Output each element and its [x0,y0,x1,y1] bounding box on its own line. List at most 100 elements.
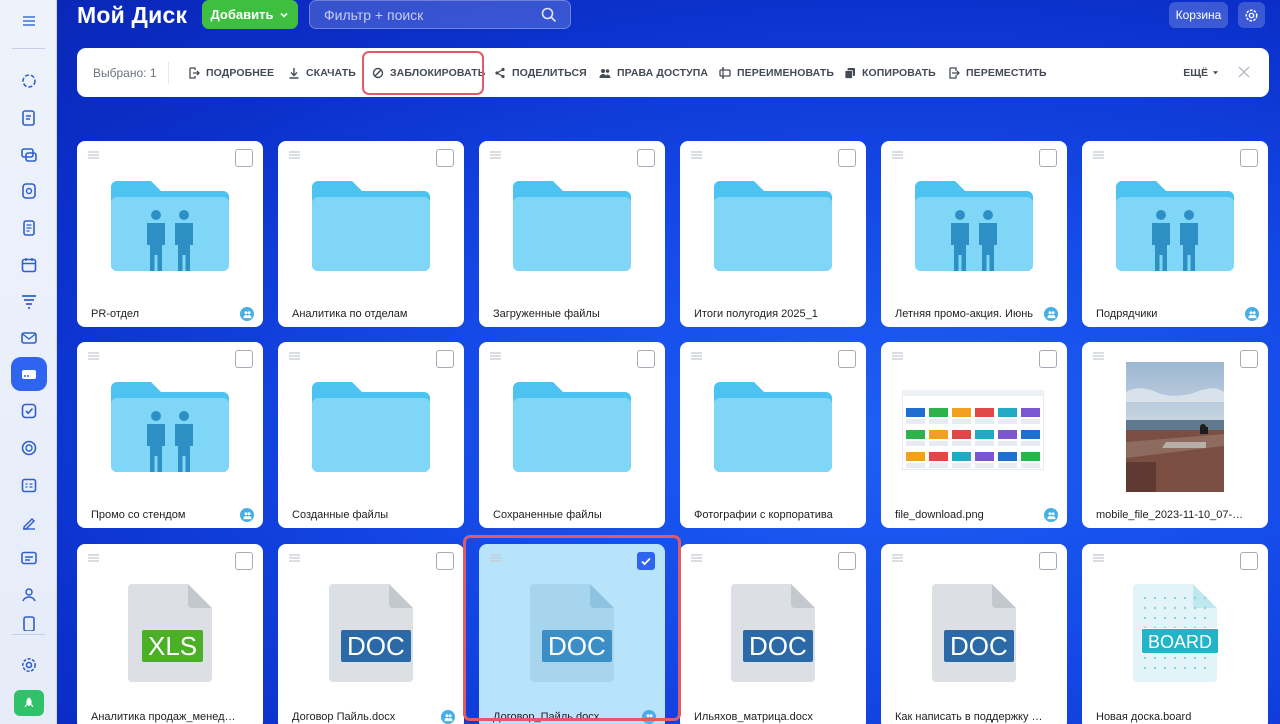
drag-handle-icon[interactable] [1093,352,1104,360]
tile-checkbox[interactable] [1240,149,1258,167]
mail-icon[interactable] [14,323,44,353]
file-name: PR-отдел [91,308,140,320]
file-tile[interactable]: Промо со стендом [77,342,263,528]
tile-checkbox[interactable] [838,552,856,570]
details-button[interactable]: ПОДРОБНЕЕ [188,48,274,97]
documents-icon[interactable] [14,213,44,243]
tile-checkbox[interactable] [1240,552,1258,570]
selection-toolbar: Выбрано: 1 ПОДРОБНЕЕ СКАЧАТЬ ЗАБЛОКИРОВА… [77,48,1269,97]
left-sidebar [0,0,57,724]
collab-icon[interactable] [14,176,44,206]
file-tile[interactable]: PR-отдел [77,141,263,327]
file-tile[interactable]: DOC Как написать в поддержку Б24... [881,544,1067,724]
drag-handle-icon[interactable] [691,151,702,159]
schedule-icon[interactable] [14,470,44,500]
tile-checkbox[interactable] [1039,350,1057,368]
tile-checkbox[interactable] [436,350,454,368]
employees-icon[interactable] [14,580,44,610]
folder-icon [513,181,631,271]
share-label: ПОДЕЛИТЬСЯ [512,66,587,79]
cards-icon[interactable] [14,543,44,573]
tile-checkbox[interactable] [235,149,253,167]
menu-icon[interactable] [14,6,44,36]
tile-checkbox[interactable] [637,350,655,368]
copy-button[interactable]: КОПИРОВАТЬ [844,48,936,97]
tile-checkbox[interactable] [436,552,454,570]
funnel-icon[interactable] [14,287,44,317]
search-icon[interactable] [540,6,558,24]
drag-handle-icon[interactable] [88,151,99,159]
file-tile[interactable]: DOC Договор Пайль.docx [278,544,464,724]
file-tile[interactable]: Аналитика по отделам [278,141,464,327]
add-button[interactable]: Добавить [202,0,298,29]
gear-icon[interactable] [1238,2,1265,28]
drag-handle-icon[interactable] [1093,151,1104,159]
rename-button[interactable]: ПЕРЕИМЕНОВАТЬ [719,48,834,97]
file-tile[interactable]: Сохраненные файлы [479,342,665,528]
drag-handle-icon[interactable] [490,352,501,360]
file-name: Договор Пайль.docx [292,711,396,723]
drag-handle-icon[interactable] [289,352,300,360]
caret-down-icon [1212,71,1219,75]
tile-checkbox[interactable] [637,149,655,167]
download-button[interactable]: СКАЧАТЬ [288,48,356,97]
tile-checkbox[interactable] [838,350,856,368]
file-tile[interactable]: Летняя промо-акция. Июнь [881,141,1067,327]
tile-checkbox[interactable] [436,149,454,167]
tile-checkbox[interactable] [235,350,253,368]
rename-icon [719,66,731,79]
file-tile[interactable]: Загруженные файлы [479,141,665,327]
share-button[interactable]: ПОДЕЛИТЬСЯ [494,48,587,97]
trash-button[interactable]: Корзина [1169,2,1228,28]
file-tile[interactable]: file_download.png [881,342,1067,528]
file-tile[interactable]: Фотографии с корпоратива [680,342,866,528]
drag-handle-icon[interactable] [289,554,300,562]
sign-icon[interactable] [14,507,44,537]
drag-handle-icon[interactable] [691,352,702,360]
shared-users-icon [240,508,254,522]
tile-checkbox[interactable] [1039,149,1057,167]
file-tile[interactable]: Подрядчики [1082,141,1268,327]
drag-handle-icon[interactable] [892,151,903,159]
tasks-edit-icon[interactable] [14,103,44,133]
shared-folder-icon [915,181,1033,271]
file-name: Как написать в поддержку Б24... [895,711,1043,723]
move-button[interactable]: ПЕРЕМЕСТИТЬ [948,48,1047,97]
drive-icon[interactable] [11,357,47,391]
drag-handle-icon[interactable] [490,151,501,159]
more-button[interactable]: ЕЩЁ [1183,48,1219,97]
file-tile[interactable]: Созданные файлы [278,342,464,528]
check-tasks-icon[interactable] [14,396,44,426]
rocket-icon[interactable] [14,690,44,716]
file-tile[interactable]: Итоги полугодия 2025_1 [680,141,866,327]
file-tile[interactable]: mobile_file_2023-11-10_07-30-4... [1082,342,1268,528]
close-icon[interactable] [1235,63,1253,81]
file-type-label: DOC [341,630,411,662]
more-apps-icon[interactable] [14,615,44,631]
file-name: Аналитика продаж_менеджер... [91,711,239,723]
drag-handle-icon[interactable] [691,554,702,562]
file-tile[interactable]: DOC Ильяхов_матрица.docx [680,544,866,724]
drag-handle-icon[interactable] [1093,554,1104,562]
drag-handle-icon[interactable] [892,554,903,562]
file-name: Сохраненные файлы [493,509,602,521]
tile-checkbox[interactable] [235,552,253,570]
drag-handle-icon[interactable] [88,554,99,562]
tile-checkbox[interactable] [838,149,856,167]
settings-icon[interactable] [14,650,44,680]
rail-divider-bottom [12,634,45,635]
chat-icon[interactable] [14,140,44,170]
file-tile[interactable]: BOARD Новая доска.board [1082,544,1268,724]
calendar-icon[interactable] [14,250,44,280]
drag-handle-icon[interactable] [289,151,300,159]
access-rights-button[interactable]: ПРАВА ДОСТУПА [599,48,708,97]
tile-checkbox[interactable] [1240,350,1258,368]
tile-checkbox[interactable] [1039,552,1057,570]
search-input[interactable]: Фильтр + поиск [309,0,571,29]
drag-handle-icon[interactable] [88,352,99,360]
drag-handle-icon[interactable] [892,352,903,360]
file-tile[interactable]: XLS Аналитика продаж_менеджер... [77,544,263,724]
add-button-label: Добавить [210,7,274,22]
target-icon[interactable] [14,433,44,463]
feed-icon[interactable] [14,66,44,96]
